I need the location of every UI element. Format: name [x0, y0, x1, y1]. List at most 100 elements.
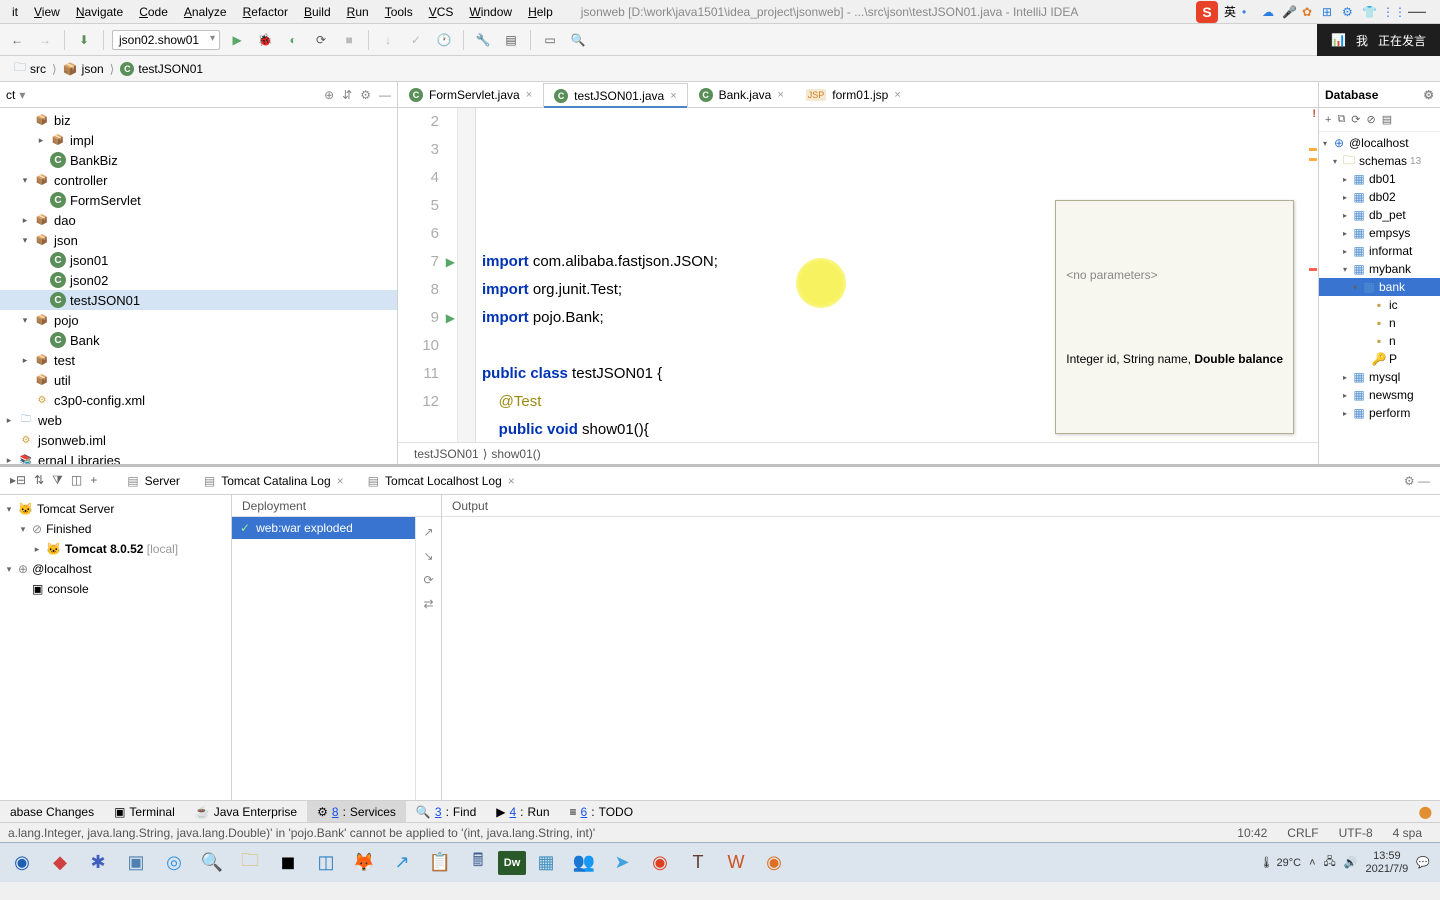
menu-help[interactable]: Help [520, 3, 561, 21]
services-tree-item[interactable]: ▾⊕@localhost [0, 559, 231, 579]
menu-analyze[interactable]: Analyze [176, 3, 235, 21]
editor-body[interactable]: 234567▶89▶101112 <no parameters> Integer… [398, 108, 1318, 442]
sync-button[interactable]: ⇄ [423, 597, 433, 611]
folder-icon[interactable]: 🗀 [232, 847, 268, 879]
structure-button[interactable]: ▤ [500, 29, 522, 51]
add-datasource-button[interactable]: + [1325, 114, 1331, 126]
close-icon[interactable]: × [670, 90, 676, 102]
app-icon[interactable]: ▦ [528, 847, 564, 879]
tool-icon[interactable]: • [1242, 5, 1256, 19]
clock[interactable]: 13:59 2021/7/9 [1365, 850, 1408, 876]
notification-icon[interactable]: 💬 [1416, 856, 1430, 869]
services-tree[interactable]: ▾🐱Tomcat Server▾⊘Finished▸🐱Tomcat 8.0.52… [0, 495, 232, 800]
undeploy-button[interactable]: ↘ [423, 549, 433, 563]
close-icon[interactable]: × [894, 89, 900, 101]
menu-run[interactable]: Run [339, 3, 377, 21]
bottom-tab[interactable]: ≡6:TODO [560, 801, 644, 822]
gear-icon[interactable]: ⚙ [1342, 5, 1356, 19]
bottom-tab[interactable]: abase Changes [0, 801, 104, 822]
menu-refactor[interactable]: Refactor [235, 3, 296, 21]
app-icon[interactable]: ◉ [756, 847, 792, 879]
filter-icon[interactable]: ▸⊟ [10, 473, 26, 488]
tree-item[interactable]: Cjson01 [0, 250, 397, 270]
app-icon[interactable]: ✱ [80, 847, 116, 879]
grid-icon[interactable]: ⊞ [1322, 5, 1336, 19]
weather-widget[interactable]: 🌡 29°C [1259, 856, 1301, 869]
tree-item[interactable]: ⚙c3p0-config.xml [0, 390, 397, 410]
funnel-icon[interactable]: ⧩ [52, 473, 63, 488]
tree-item[interactable]: CBank [0, 330, 397, 350]
app-icon[interactable]: ◉ [642, 847, 678, 879]
analysis-indicator[interactable] [1308, 108, 1318, 118]
deployment-list[interactable]: ✓ web:war exploded [232, 517, 415, 800]
crumb-json[interactable]: 📦 json [57, 62, 110, 76]
menu-build[interactable]: Build [296, 3, 339, 21]
event-log-icon[interactable]: ⬤ [1411, 805, 1440, 819]
tree-item[interactable]: ▸📦impl [0, 130, 397, 150]
tree-item[interactable]: CtestJSON01 [0, 290, 397, 310]
search-button[interactable]: 🔍 [567, 29, 589, 51]
locate-icon[interactable]: ⊕ [324, 88, 334, 102]
duplicate-button[interactable]: ⧉ [1337, 113, 1345, 126]
firefox-icon[interactable]: 🦊 [346, 847, 382, 879]
tree-item[interactable]: Cjson02 [0, 270, 397, 290]
db-tree-item[interactable]: ▪n [1319, 314, 1440, 332]
ime-icon[interactable]: S [1196, 1, 1218, 23]
wps-icon[interactable]: W [718, 847, 754, 879]
db-tree-item[interactable]: ▸▦db_pet [1319, 206, 1440, 224]
layout-icon[interactable]: ◫ [71, 473, 82, 488]
vcs-commit-button[interactable]: ✓ [405, 29, 427, 51]
editor-tab[interactable]: CBank.java× [688, 82, 795, 107]
add-icon[interactable]: + [90, 473, 97, 488]
db-tree-item[interactable]: ▾▦bank [1319, 278, 1440, 296]
breadcrumb-class[interactable]: testJSON01 [414, 447, 479, 461]
app-icon[interactable]: ◎ [156, 847, 192, 879]
devices-button[interactable]: ▭ [539, 29, 561, 51]
breadcrumb-method[interactable]: show01() [491, 447, 540, 461]
output-body[interactable] [442, 517, 1440, 800]
tree-item[interactable]: ▸📚ernal Libraries [0, 450, 397, 464]
app-icon[interactable]: ▣ [118, 847, 154, 879]
code-area[interactable]: <no parameters> Integer id, String name,… [476, 108, 1318, 442]
wrench-button[interactable]: 🔧 [472, 29, 494, 51]
bottom-tab[interactable]: ⚙8:Services [307, 801, 406, 822]
db-tree-item[interactable]: ▪ic [1319, 296, 1440, 314]
services-tree-item[interactable]: ▣console [0, 579, 231, 599]
search-icon[interactable]: 🔍 [194, 847, 230, 879]
gear-icon[interactable]: ⚙ [1423, 88, 1434, 102]
indent-setting[interactable]: 4 spa [1383, 826, 1432, 840]
app-icon[interactable]: ◆ [42, 847, 78, 879]
tree-item[interactable]: ▸📦test [0, 350, 397, 370]
tree-item[interactable]: CFormServlet [0, 190, 397, 210]
app-icon[interactable]: 📋 [422, 847, 458, 879]
error-stripe[interactable] [1308, 108, 1318, 442]
gift-icon[interactable]: ✿ [1302, 5, 1316, 19]
deployment-item[interactable]: ✓ web:war exploded [232, 517, 415, 539]
db-tree-item[interactable]: ▸▦empsys [1319, 224, 1440, 242]
crumb-class[interactable]: C testJSON01 [114, 62, 209, 76]
bottom-tab[interactable]: ▶4:Run [486, 801, 559, 822]
close-icon[interactable]: × [526, 89, 532, 101]
db-tree-item[interactable]: 🔑P [1319, 350, 1440, 368]
services-tab[interactable]: ▤Tomcat Localhost Log× [358, 470, 525, 492]
vcs-history-button[interactable]: 🕐 [433, 29, 455, 51]
bottom-tab[interactable]: ☕Java Enterprise [185, 801, 307, 822]
hide-button[interactable]: — [379, 88, 391, 102]
editor-tab[interactable]: CFormServlet.java× [398, 82, 543, 107]
intellij-icon[interactable]: ◼ [270, 847, 306, 879]
stop-button[interactable]: ⊘ [1367, 113, 1376, 126]
run-button[interactable]: ▶ [226, 29, 248, 51]
app-icon[interactable]: ➤ [604, 847, 640, 879]
dreamweaver-icon[interactable]: Dw [498, 851, 526, 875]
build-button[interactable]: ⬇ [73, 29, 95, 51]
services-tree-item[interactable]: ▸🐱Tomcat 8.0.52 [local] [0, 539, 231, 559]
cloud-icon[interactable]: ☁ [1262, 5, 1276, 19]
db-tree-item[interactable]: ▾▦mybank [1319, 260, 1440, 278]
debug-button[interactable]: 🐞 [254, 29, 276, 51]
close-icon[interactable]: × [508, 474, 515, 488]
menu-vcs[interactable]: VCS [421, 3, 462, 21]
expand-all-icon[interactable]: ⇵ [342, 88, 352, 102]
error-marker[interactable] [1309, 268, 1317, 271]
edge-icon[interactable]: ◉ [4, 847, 40, 879]
stop-button[interactable]: ■ [338, 29, 360, 51]
